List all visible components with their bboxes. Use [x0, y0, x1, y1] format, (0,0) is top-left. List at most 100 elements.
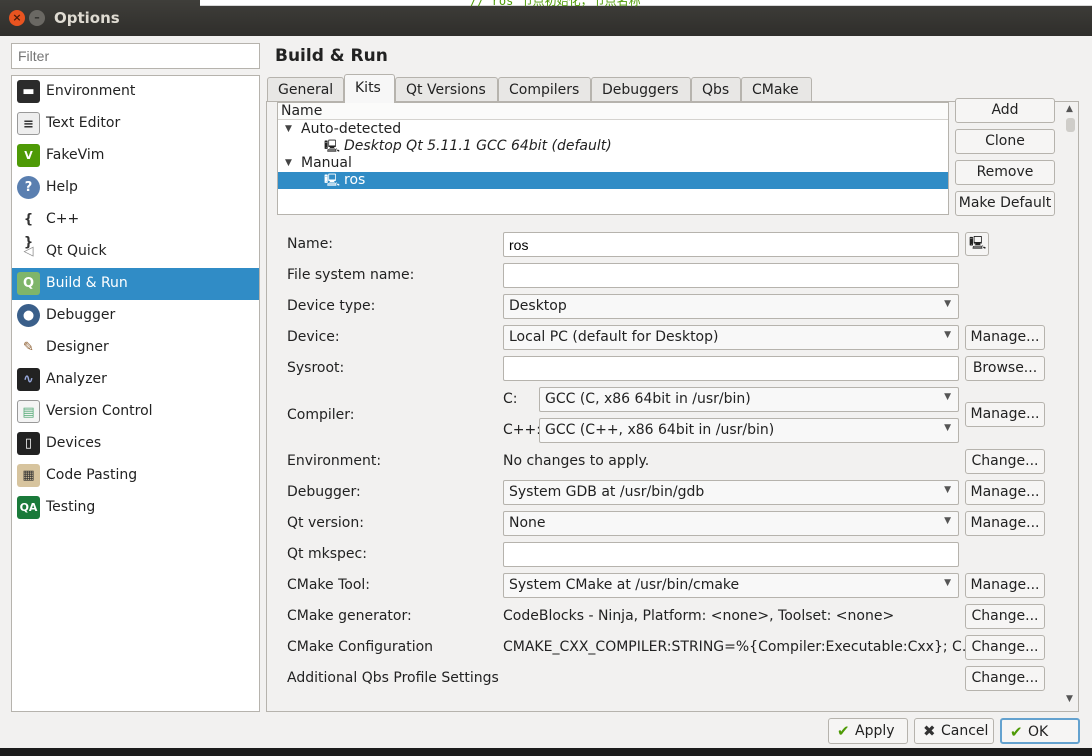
monitor-dropdown-icon: 🖳	[969, 236, 987, 251]
background-window-strip: // ros 节点初始化，节点名称	[200, 0, 1092, 8]
sidebar-item-cpp[interactable]: { } C++	[12, 204, 259, 250]
sidebar-item-label: Debugger	[46, 307, 116, 323]
environment-change-button[interactable]: Change...	[965, 449, 1045, 474]
device-label: Device:	[287, 329, 340, 345]
tree-group-label: Auto-detected	[301, 121, 402, 137]
tab-debuggers[interactable]: Debuggers	[591, 77, 691, 102]
collapse-arrow-icon[interactable]: ▼	[285, 155, 292, 172]
cmake-config-change-button[interactable]: Change...	[965, 635, 1045, 660]
qt-version-manage-button[interactable]: Manage...	[965, 511, 1045, 536]
collapse-arrow-icon[interactable]: ▼	[285, 121, 292, 138]
qt-build-icon: Q	[17, 272, 40, 295]
qt-version-select[interactable]: None ▼	[503, 511, 959, 536]
compiler-cxx-select[interactable]: GCC (C++, x86 64bit in /usr/bin) ▼	[539, 418, 959, 443]
tab-qt-versions[interactable]: Qt Versions	[395, 77, 498, 102]
cmake-generator-label: CMake generator:	[287, 608, 412, 624]
cmake-tool-label: CMake Tool:	[287, 577, 371, 593]
cmake-tool-select[interactable]: System CMake at /usr/bin/cmake ▼	[503, 573, 959, 598]
sidebar-item-debugger[interactable]: ● Debugger	[12, 300, 259, 332]
chevron-down-icon: ▼	[944, 485, 951, 495]
compiler-c-select[interactable]: GCC (C, x86 64bit in /usr/bin) ▼	[539, 387, 959, 412]
sidebar-item-build-run[interactable]: Q Build & Run	[12, 268, 259, 300]
tab-kits[interactable]: Kits	[344, 74, 395, 103]
qt-mkspec-label: Qt mkspec:	[287, 546, 367, 562]
device-type-select[interactable]: Desktop ▼	[503, 294, 959, 319]
sidebar-item-environment[interactable]: ▬ Environment	[12, 76, 259, 108]
sidebar-item-help[interactable]: ? Help	[12, 172, 259, 204]
cmake-generator-change-button[interactable]: Change...	[965, 604, 1045, 629]
debugger-manage-button[interactable]: Manage...	[965, 480, 1045, 505]
tab-qbs[interactable]: Qbs	[691, 77, 741, 102]
sidebar-item-version-control[interactable]: ▤ Version Control	[12, 396, 259, 428]
qbs-profile-change-button[interactable]: Change...	[965, 666, 1045, 691]
make-default-button[interactable]: Make Default	[955, 191, 1055, 216]
cmake-config-label: CMake Configuration	[287, 639, 434, 655]
cancel-button[interactable]: ✖ Cancel	[914, 718, 994, 744]
paper-plane-icon: ◁	[23, 244, 34, 259]
monitor-icon: 🖳	[324, 173, 341, 187]
tab-general[interactable]: General	[267, 77, 344, 102]
device-select[interactable]: Local PC (default for Desktop) ▼	[503, 325, 959, 350]
filter-input[interactable]	[11, 43, 260, 69]
device-type-label: Device type:	[287, 298, 376, 314]
sidebar-item-designer[interactable]: ✎ Designer	[12, 332, 259, 364]
name-field[interactable]	[503, 232, 959, 257]
apply-button[interactable]: ✔ Apply	[828, 718, 908, 744]
tree-group-auto-detected[interactable]: ▼ Auto-detected	[278, 121, 948, 138]
brush-icon: ✎	[23, 340, 34, 355]
sidebar-item-analyzer[interactable]: ∿ Analyzer	[12, 364, 259, 396]
background-terminal-strip	[0, 748, 1092, 756]
sidebar-item-label: Designer	[46, 339, 109, 355]
sidebar-item-qt-quick[interactable]: ◁ Qt Quick	[12, 236, 259, 268]
tree-item-desktop-kit[interactable]: 🖳 Desktop Qt 5.11.1 GCC 64bit (default)	[278, 138, 948, 155]
sidebar-item-devices[interactable]: ▯ Devices	[12, 428, 259, 460]
title-bar: // ros 节点初始化，节点名称 × – Options	[0, 0, 1092, 36]
compiler-label: Compiler:	[287, 407, 355, 423]
compiler-cxx-label: C++:	[503, 422, 541, 438]
window-close-button[interactable]: ×	[9, 10, 25, 26]
fs-name-field[interactable]	[503, 263, 959, 288]
tree-item-label: Desktop Qt 5.11.1 GCC 64bit (default)	[344, 138, 612, 154]
sidebar-item-label: FakeVim	[46, 147, 105, 163]
compiler-manage-button[interactable]: Manage...	[965, 402, 1045, 427]
bug-icon: ●	[17, 304, 40, 327]
sidebar-item-label: Version Control	[46, 403, 153, 419]
sidebar-item-text-editor[interactable]: ≡ Text Editor	[12, 108, 259, 140]
panel-scrollbar[interactable]: ▲ ▼	[1063, 102, 1078, 710]
kits-tree[interactable]: Name ▼ Auto-detected 🖳 Desktop Qt 5.11.1…	[277, 102, 949, 215]
kit-icon-button[interactable]: 🖳	[965, 232, 989, 256]
ok-button[interactable]: ✔ OK	[1000, 718, 1080, 744]
tab-compilers[interactable]: Compilers	[498, 77, 591, 102]
debugger-label: Debugger:	[287, 484, 361, 500]
sysroot-field[interactable]	[503, 356, 959, 381]
sidebar-item-code-pasting[interactable]: ▦ Code Pasting	[12, 460, 259, 492]
sidebar-item-label: C++	[46, 211, 80, 227]
sysroot-browse-button[interactable]: Browse...	[965, 356, 1045, 381]
tree-column-header[interactable]: Name	[278, 103, 948, 120]
clone-kit-button[interactable]: Clone	[955, 129, 1055, 154]
window-minimize-button[interactable]: –	[29, 10, 45, 26]
sidebar-item-testing[interactable]: QA Testing	[12, 492, 259, 524]
environment-value: No changes to apply.	[503, 453, 650, 469]
scrollbar-thumb[interactable]	[1066, 118, 1075, 132]
add-kit-button[interactable]: Add	[955, 98, 1055, 123]
device-manage-button[interactable]: Manage...	[965, 325, 1045, 350]
chevron-down-icon: ▼	[944, 330, 951, 340]
cmake-tool-manage-button[interactable]: Manage...	[965, 573, 1045, 598]
name-label: Name:	[287, 236, 334, 252]
scroll-up-icon[interactable]: ▲	[1066, 104, 1073, 114]
qt-mkspec-field[interactable]	[503, 542, 959, 567]
scroll-down-icon[interactable]: ▼	[1066, 694, 1073, 704]
sidebar-item-fakevim[interactable]: V FakeVim	[12, 140, 259, 172]
check-icon: ✔	[1010, 723, 1023, 741]
tree-item-label: ros	[344, 172, 366, 188]
debugger-select[interactable]: System GDB at /usr/bin/gdb ▼	[503, 480, 959, 505]
background-code-text: // ros 节点初始化，节点名称	[470, 0, 641, 8]
tree-group-manual[interactable]: ▼ Manual	[278, 155, 948, 172]
tab-cmake[interactable]: CMake	[741, 77, 812, 102]
sidebar-item-label: Devices	[46, 435, 102, 451]
remove-kit-button[interactable]: Remove	[955, 160, 1055, 185]
tree-item-ros-kit[interactable]: 🖳 ros	[278, 172, 948, 189]
cmake-generator-value: CodeBlocks - Ninja, Platform: <none>, To…	[503, 608, 895, 624]
qa-icon: QA	[17, 496, 40, 519]
